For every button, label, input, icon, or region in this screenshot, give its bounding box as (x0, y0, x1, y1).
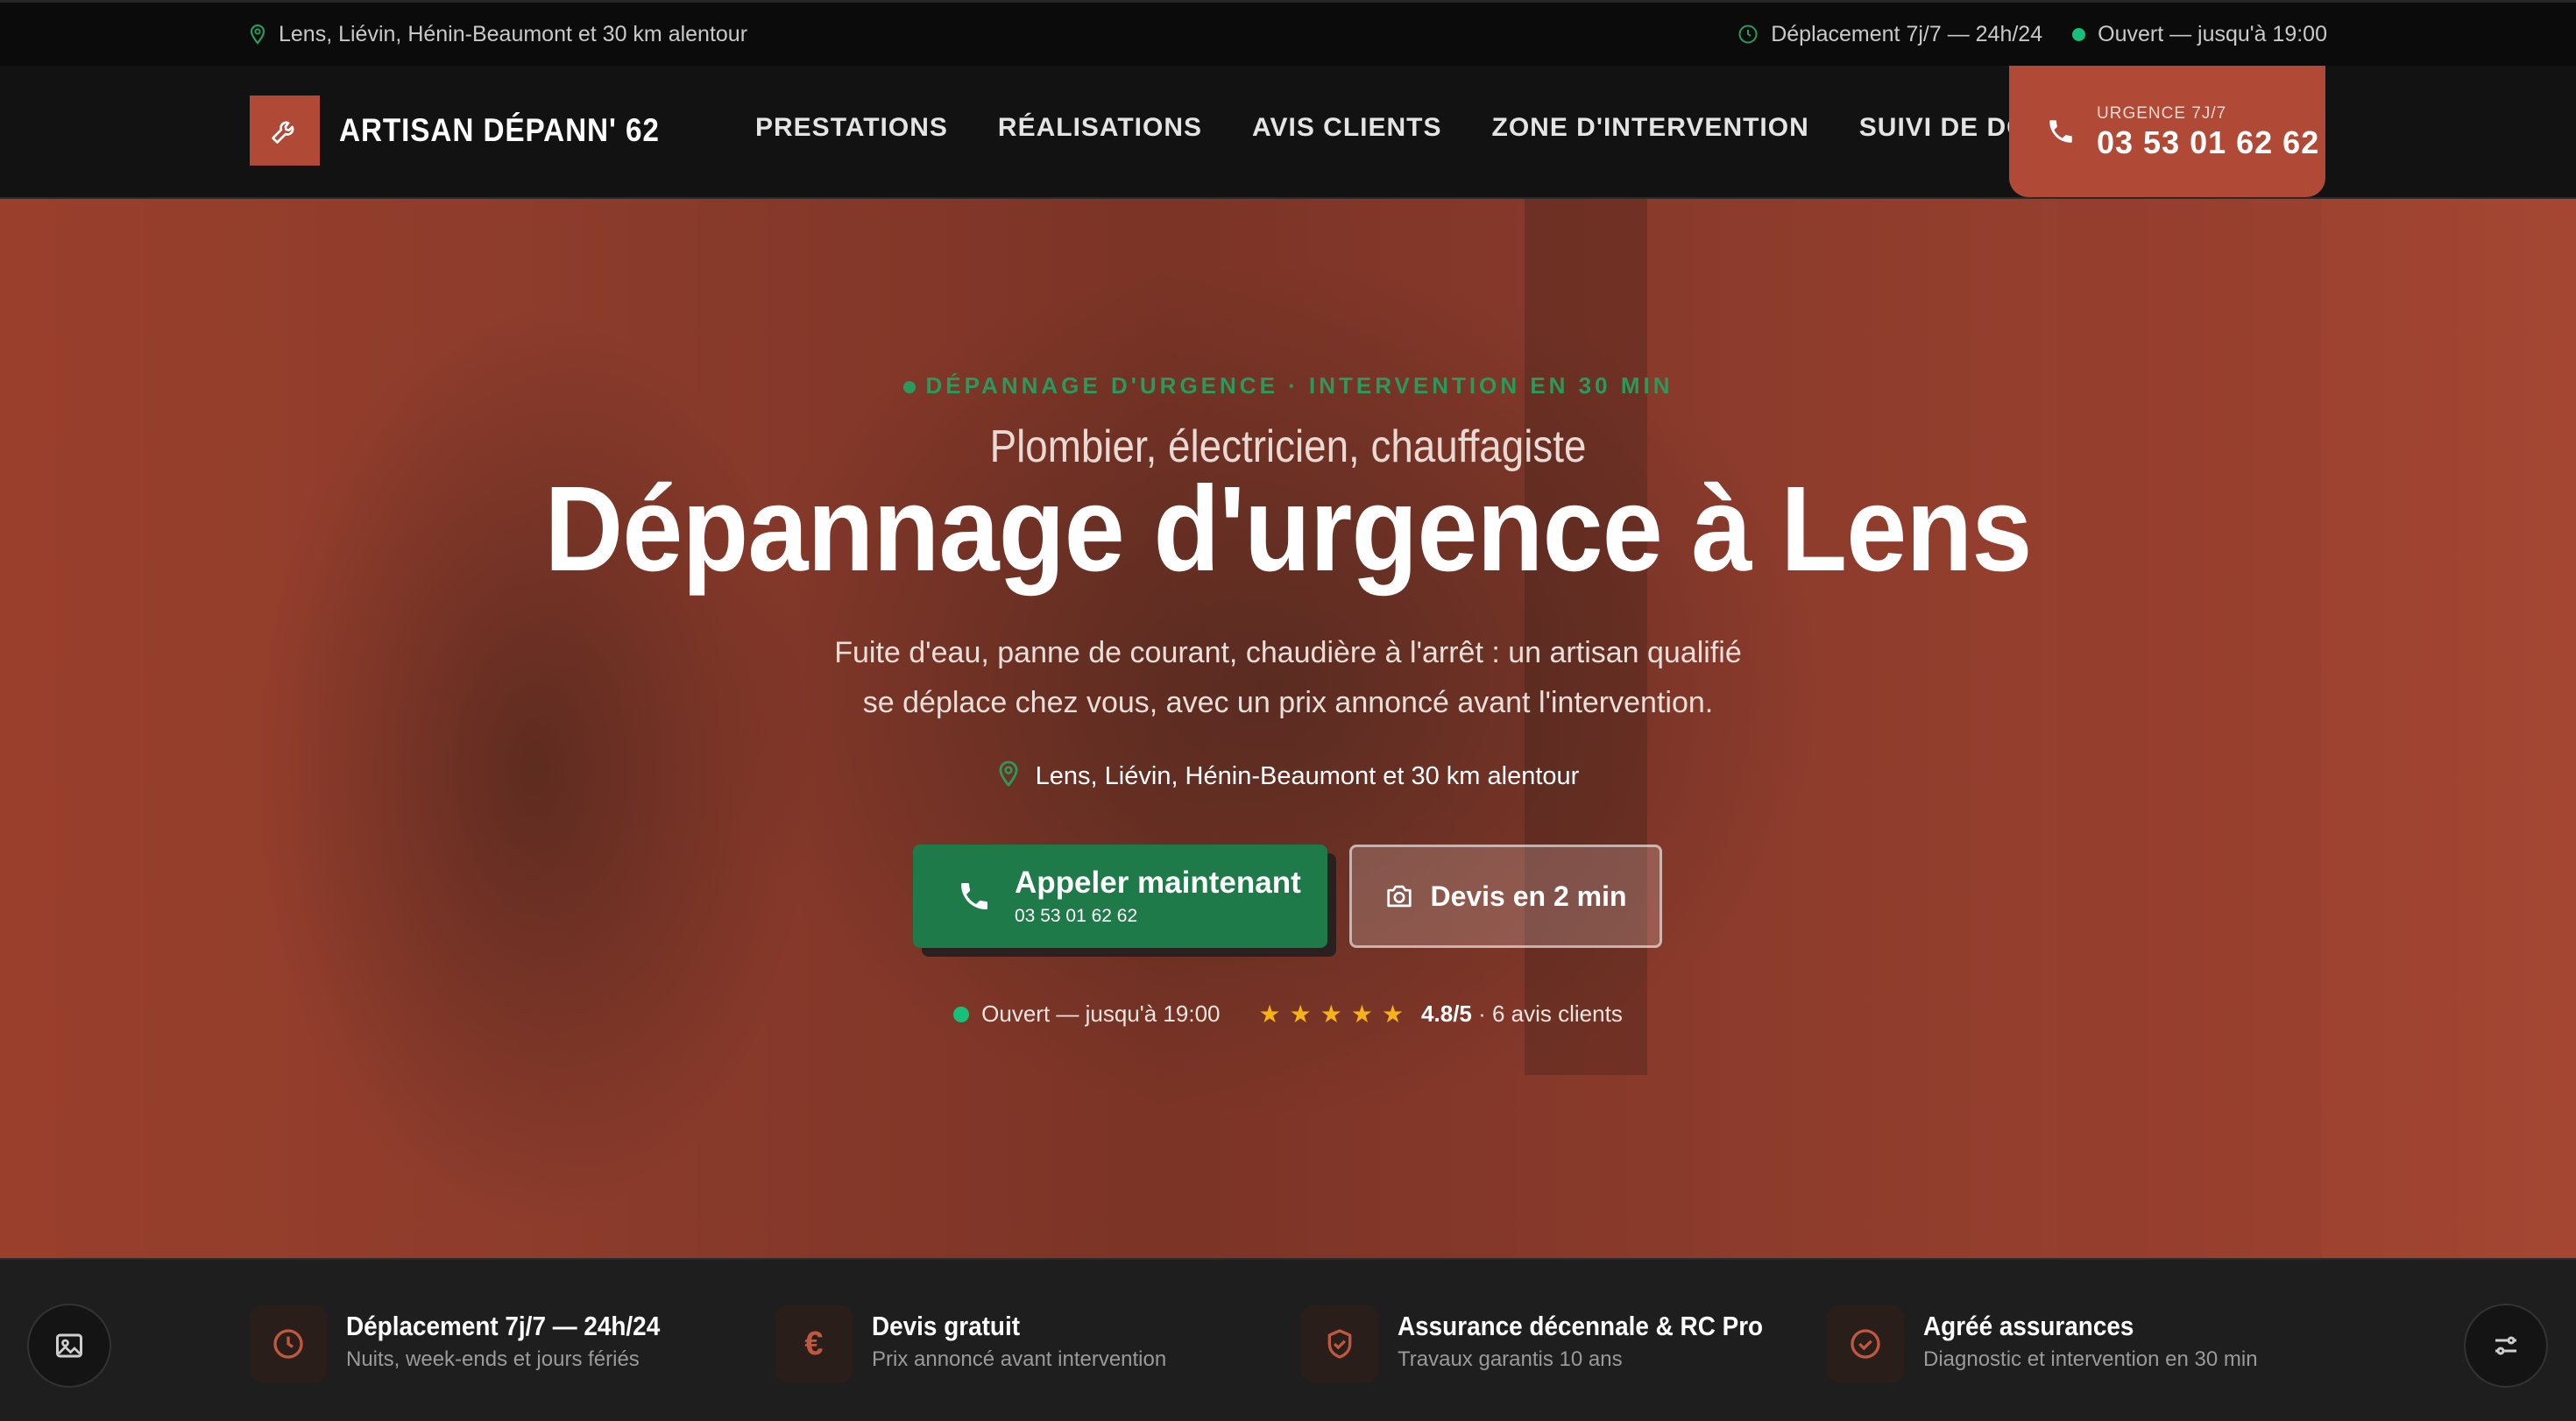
hero-background-photo (166, 199, 955, 1258)
feature-title: Agréé assurances (1923, 1311, 2134, 1341)
hero-kicker-text: DÉPANNAGE D'URGENCE · INTERVENTION EN 30… (925, 372, 1674, 399)
urgence-label: URGENCE 7J/7 (2097, 104, 2227, 123)
feature-item: Déplacement 7j/7 — 24h/24 Nuits, week-en… (250, 1305, 695, 1382)
hero-service-area: Lens, Liévin, Hénin-Beaumont et 30 km al… (0, 760, 2576, 791)
hero-background-shade (2059, 199, 2322, 1258)
nav-realisations[interactable]: RÉALISATIONS (998, 113, 1202, 143)
nav-zone-intervention[interactable]: ZONE D'INTERVENTION (1492, 113, 1809, 143)
topbar-location-text: Lens, Liévin, Hénin-Beaumont et 30 km al… (279, 21, 748, 46)
hero-section: DÉPANNAGE D'URGENCE · INTERVENTION EN 30… (0, 199, 2576, 1258)
topbar-hours: Déplacement 7j/7 — 24h/24 (1737, 22, 2042, 47)
clock-icon (250, 1305, 327, 1382)
settings-sliders-button[interactable] (2464, 1304, 2548, 1388)
hero-status-row: Ouvert — jusqu'à 19:00 ★★★★★ 4.8/5 · 6 a… (0, 1000, 2576, 1029)
feature-item: Agréé assurances Diagnostic et intervent… (1827, 1305, 2258, 1382)
map-pin-icon (999, 760, 1018, 788)
rating-summary[interactable]: 4.8/5 · 6 avis clients (1421, 1000, 1623, 1028)
site-header: ARTISAN DÉPANN' 62 PRESTATIONS RÉALISATI… (0, 66, 2576, 199)
feature-title: Déplacement 7j/7 — 24h/24 (346, 1311, 661, 1341)
hero-description-line-1: Fuite d'eau, panne de courant, chaudière… (834, 636, 1742, 669)
check-circle-icon (1827, 1305, 1904, 1382)
hero-description-line-2: se déplace chez vous, avec un prix annon… (862, 686, 1714, 719)
camera-icon (1387, 885, 1412, 908)
wrench-icon (250, 95, 320, 166)
feature-subtitle: Diagnostic et intervention en 30 min (1923, 1347, 2258, 1371)
quick-quote-button[interactable]: Devis en 2 min (1349, 845, 1662, 948)
feature-subtitle: Nuits, week-ends et jours fériés (346, 1347, 640, 1371)
status-dot (953, 1006, 970, 1022)
rating-stars: ★★★★★ (1259, 1000, 1413, 1029)
hero-description: Fuite d'eau, panne de courant, chaudière… (0, 628, 2576, 728)
nav-prestations[interactable]: PRESTATIONS (755, 113, 948, 143)
call-now-phone: 03 53 01 62 62 (1015, 906, 1138, 926)
topbar-location: Lens, Liévin, Hénin-Beaumont et 30 km al… (249, 22, 747, 47)
phone-icon (2049, 120, 2072, 143)
hero-title: Dépannage d'urgence à Lens (544, 462, 2032, 597)
star-icon: ★ (1381, 1000, 1413, 1028)
feature-item: € Devis gratuit Prix annoncé avant inter… (775, 1305, 1166, 1382)
rating-count: · 6 avis clients (1471, 1000, 1623, 1027)
call-now-button[interactable]: Appeler maintenant 03 53 01 62 62 (913, 845, 1327, 948)
image-gallery-button[interactable] (27, 1304, 111, 1388)
hero-kicker: DÉPANNAGE D'URGENCE · INTERVENTION EN 30… (0, 372, 2576, 399)
brand-name: ARTISAN DÉPANN' 62 (339, 112, 660, 148)
status-dot (2072, 27, 2086, 41)
sliders-icon (2495, 1336, 2516, 1355)
star-icon: ★ (1258, 1000, 1290, 1028)
features-bar: Déplacement 7j/7 — 24h/24 Nuits, week-en… (0, 1258, 2576, 1421)
feature-title: Devis gratuit (872, 1311, 1021, 1341)
nav-avis-clients[interactable]: AVIS CLIENTS (1252, 113, 1441, 143)
topbar-hours-text: Déplacement 7j/7 — 24h/24 (1771, 21, 2043, 46)
euro-icon: € (775, 1305, 853, 1382)
hero-open-status: Ouvert — jusqu'à 19:00 (953, 1000, 1221, 1028)
star-icon: ★ (1350, 1000, 1382, 1028)
image-icon (56, 1333, 82, 1358)
kicker-dot (902, 381, 916, 394)
clock-icon (1738, 25, 1758, 44)
feature-title: Assurance décennale & RC Pro (1398, 1311, 1764, 1341)
feature-subtitle: Prix annoncé avant intervention (872, 1347, 1167, 1371)
star-icon: ★ (1289, 1000, 1320, 1028)
star-icon: ★ (1320, 1000, 1351, 1028)
quick-quote-label: Devis en 2 min (1430, 880, 1627, 912)
top-info-bar: Lens, Liévin, Hénin-Beaumont et 30 km al… (0, 0, 2576, 66)
shield-check-icon (1301, 1305, 1378, 1382)
hero-open-text: Ouvert — jusqu'à 19:00 (981, 1000, 1221, 1027)
main-nav: PRESTATIONS RÉALISATIONS AVIS CLIENTS ZO… (755, 113, 2112, 143)
topbar-open-status: Ouvert — jusqu'à 19:00 (2072, 22, 2327, 47)
map-pin-icon (250, 24, 265, 45)
brand-logo[interactable]: ARTISAN DÉPANN' 62 (250, 95, 695, 166)
hero-service-area-text: Lens, Liévin, Hénin-Beaumont et 30 km al… (1035, 762, 1580, 790)
feature-item: Assurance décennale & RC Pro Travaux gar… (1301, 1305, 1803, 1382)
urgence-call-button[interactable]: URGENCE 7J/7 03 53 01 62 62 (2009, 66, 2325, 197)
call-now-label: Appeler maintenant (1015, 866, 1301, 900)
rating-score: 4.8/5 (1421, 1000, 1472, 1027)
urgence-phone: 03 53 01 62 62 (2097, 124, 2320, 160)
topbar-open-text: Ouvert — jusqu'à 19:00 (2098, 21, 2327, 46)
feature-subtitle: Travaux garantis 10 ans (1398, 1347, 1623, 1371)
phone-icon (961, 883, 987, 909)
